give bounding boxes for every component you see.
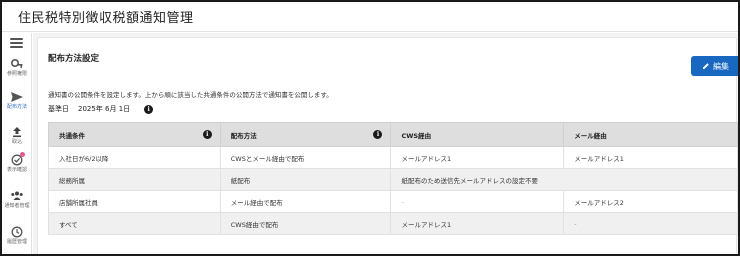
sidebar-item-distribution[interactable]: 配布方法 — [2, 91, 32, 110]
sidebar-item-history[interactable]: 履歴管理 — [2, 226, 32, 245]
history-icon — [11, 226, 23, 238]
section-description: 通知書の公開条件を設定します。上から順に該当した共通条件の公開方法で通知書を公開… — [48, 91, 333, 99]
reference-date-value: 2025年 6月 1日 — [78, 105, 131, 113]
pencil-icon — [703, 63, 709, 69]
column-header-condition: 共通条件 i — [48, 122, 221, 147]
sidebar-item-import[interactable]: 取込 — [2, 126, 32, 145]
distribution-table: 共通条件 i 配布方法 i CWS経由 メール経由 入社日が6/2以降 CWSと… — [48, 122, 738, 235]
table-cell: 店舗所属社員 — [48, 190, 221, 213]
sidebar-item-label: 通知者管理 — [4, 203, 30, 209]
table-cell: メールアドレス2 — [563, 190, 738, 213]
table-cell: 入社日が6/2以降 — [48, 146, 221, 169]
send-icon — [11, 92, 23, 102]
main-content: 配布方法設定 編集 通知書の公開条件を設定します。上から順に該当した共通条件の公… — [33, 33, 738, 254]
info-icon[interactable]: i — [373, 130, 383, 139]
sidebar-item-recipients[interactable]: 通知者管理 — [2, 190, 32, 209]
table-cell: CWSとメール経由で配布 — [219, 146, 392, 169]
table-header-row: 共通条件 i 配布方法 i CWS経由 メール経由 — [48, 122, 738, 147]
section-title: 配布方法設定 — [48, 54, 100, 64]
people-icon — [11, 191, 23, 200]
column-header-cws: CWS経由 — [390, 122, 565, 147]
reference-date-label: 基準日 — [48, 105, 69, 113]
sidebar: 参照権限 配布方法 取込 表示確認 通知者管理 履歴管理 — [2, 33, 32, 254]
table-cell: 紙配布 — [219, 168, 392, 191]
reference-date: 基準日 2025年 6月 1日 i — [48, 104, 154, 114]
sidebar-item-label: 表示確認 — [6, 167, 27, 173]
hamburger-menu-icon[interactable] — [10, 38, 23, 48]
table-cell: - — [390, 190, 565, 213]
sidebar-item-label: 取込 — [11, 139, 22, 145]
app-window: 住民税特別徴収税額通知管理 参照権限 配布方法 取込 表示確認 通知者管理 履歴… — [0, 0, 740, 256]
column-header-mail: メール経由 — [563, 122, 738, 147]
table-cell: すべて — [48, 212, 221, 235]
table-cell: メールアドレス1 — [390, 146, 565, 169]
app-title: 住民税特別徴収税額通知管理 — [18, 11, 194, 26]
table-row[interactable]: 入社日が6/2以降 CWSとメール経由で配布 メールアドレス1 メールアドレス1 — [48, 146, 738, 169]
sidebar-item-confirm[interactable]: 表示確認 — [2, 152, 32, 173]
settings-card: 配布方法設定 編集 通知書の公開条件を設定します。上から順に該当した共通条件の公… — [37, 37, 738, 254]
app-header: 住民税特別徴収税額通知管理 — [2, 2, 738, 32]
table-cell: 総務所属 — [48, 168, 221, 191]
info-icon[interactable]: i — [144, 104, 154, 114]
table-row[interactable]: 店舗所属社員 メール経由で配布 - メールアドレス2 — [48, 190, 738, 213]
column-header-method: 配布方法 i — [219, 122, 392, 147]
table-cell: CWS経由で配布 — [219, 212, 392, 235]
sidebar-item-label: 配布方法 — [6, 104, 27, 110]
sidebar-item-reference[interactable]: 参照権限 — [2, 58, 32, 77]
key-icon — [10, 58, 23, 68]
table-cell: メールアドレス1 — [563, 146, 738, 169]
info-icon[interactable]: i — [202, 130, 212, 139]
sidebar-item-label: 参照権限 — [6, 71, 27, 77]
table-cell: メールアドレス1 — [390, 212, 565, 235]
edit-button[interactable]: 編集 — [691, 56, 738, 76]
table-cell: - — [563, 212, 738, 235]
table-row[interactable]: 総務所属 紙配布 紙配布のため送信先メールアドレスの設定不要 — [48, 168, 738, 191]
table-cell: 紙配布のため送信先メールアドレスの設定不要 — [390, 168, 738, 191]
sidebar-item-label: 履歴管理 — [6, 239, 27, 245]
edit-button-label: 編集 — [713, 61, 729, 71]
table-row[interactable]: すべて CWS経由で配布 メールアドレス1 - — [48, 212, 738, 235]
table-cell: メール経由で配布 — [219, 190, 392, 213]
notification-badge — [20, 152, 25, 157]
upload-icon — [13, 127, 21, 138]
